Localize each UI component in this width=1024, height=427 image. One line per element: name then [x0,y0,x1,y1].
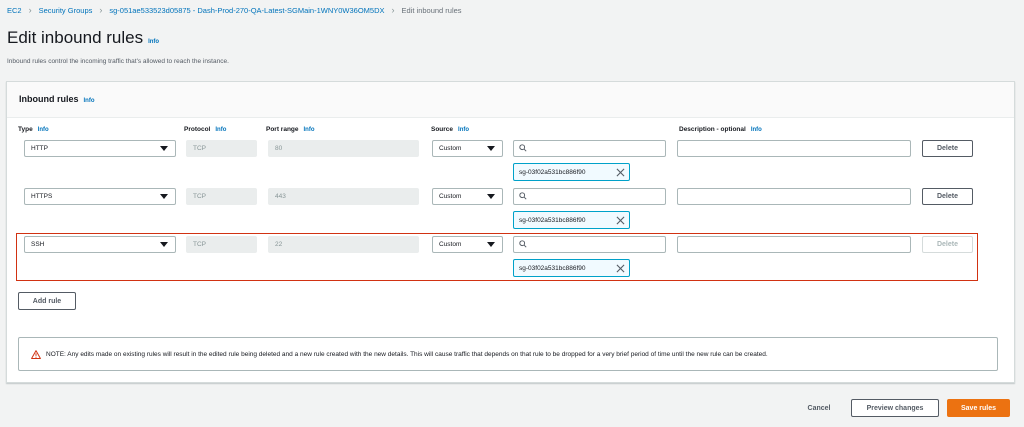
rule-type-select[interactable]: HTTPS [24,188,176,205]
panel-title-text: Inbound rules [19,94,79,104]
column-label-protocol: Protocol [184,126,211,133]
rule-type-value: HTTP [31,145,48,152]
close-icon[interactable] [616,168,625,177]
rule-source-select[interactable]: Custom [432,236,503,253]
panel-info-link[interactable]: Info [84,98,95,104]
preview-changes-button[interactable]: Preview changes [851,399,939,417]
rule-source-value: Custom [439,241,462,248]
source-token-label: sg-03f02a531bc886f90 [519,216,586,224]
page-description: Inbound rules control the incoming traff… [7,58,229,65]
column-label-type: Type [18,126,33,133]
warning-icon [31,349,41,359]
page-info-link[interactable]: Info [148,39,159,45]
alert-text: NOTE: Any edits made on existing rules w… [46,350,768,358]
source-search-input[interactable] [513,188,666,205]
description-info-link[interactable]: Info [751,127,762,133]
delete-rule-button[interactable]: Delete [922,188,973,205]
rule-type-select[interactable]: SSH [24,236,176,253]
rule-description-input[interactable] [677,188,911,205]
source-token: sg-03f02a531bc886f90 [513,259,630,277]
column-label-source: Source [431,126,454,133]
rule-source-value: Custom [439,145,462,152]
breadcrumb-current: Edit inbound rules [401,5,462,15]
column-header-port-range: Port range Info [266,126,315,133]
rule-source-select[interactable]: Custom [432,188,503,205]
delete-rule-button[interactable]: Delete [922,140,973,157]
source-token: sg-03f02a531bc886f90 [513,163,630,181]
rule-protocol-field: TCP [186,236,257,253]
breadcrumb-ec2[interactable]: EC2 [7,6,22,15]
breadcrumb: EC2 › Security Groups › sg-051ae533523d0… [7,4,462,16]
port-range-info-link[interactable]: Info [304,127,315,133]
rule-description-input[interactable] [677,236,911,253]
search-icon [519,192,527,200]
source-token-label: sg-03f02a531bc886f90 [519,168,586,176]
column-header-description: Description - optional Info [679,126,762,133]
breadcrumb-security-groups[interactable]: Security Groups [39,6,93,15]
delete-rule-button[interactable]: Delete [922,236,973,253]
source-token: sg-03f02a531bc886f90 [513,211,630,229]
search-icon [519,240,527,248]
rule-description-input[interactable] [677,140,911,157]
rule-protocol-field: TCP [186,188,257,205]
source-token-label: sg-03f02a531bc886f90 [519,264,586,272]
rule-source-select[interactable]: Custom [432,140,503,157]
chevron-right-icon: › [28,5,32,15]
chevron-right-icon: › [99,5,103,15]
rule-port-range-field: 80 [268,140,419,157]
column-label-description: Description - optional [679,126,746,133]
close-icon[interactable] [616,264,625,273]
rule-protocol-field: TCP [186,140,257,157]
page-title-text: Edit inbound rules [7,28,144,47]
panel-title: Inbound rules Info [19,94,95,104]
column-header-source: Source Info [431,126,469,133]
rule-type-value: HTTPS [31,193,53,200]
breadcrumb-security-group[interactable]: sg-051ae533523d05875 - Dash-Prod-270-QA-… [109,6,384,15]
rule-port-range-field: 22 [268,236,419,253]
rule-type-value: SSH [31,241,45,248]
caret-down-icon [487,242,495,247]
type-info-link[interactable]: Info [38,127,49,133]
column-label-port-range: Port range [266,126,299,133]
caret-down-icon [160,194,168,199]
search-icon [519,144,527,152]
panel-header: Inbound rules Info [7,82,1014,118]
caret-down-icon [160,146,168,151]
rule-port-range-field: 443 [268,188,419,205]
cancel-button[interactable]: Cancel [795,399,843,417]
warning-alert: NOTE: Any edits made on existing rules w… [18,337,998,371]
add-rule-button[interactable]: Add rule [18,292,76,310]
close-icon[interactable] [616,216,625,225]
caret-down-icon [487,194,495,199]
caret-down-icon [487,146,495,151]
protocol-info-link[interactable]: Info [215,127,226,133]
rule-source-value: Custom [439,193,462,200]
caret-down-icon [160,242,168,247]
source-search-input[interactable] [513,236,666,253]
save-rules-button[interactable]: Save rules [947,399,1010,417]
column-header-type: Type Info [18,126,49,133]
chevron-right-icon: › [391,5,395,15]
page-title: Edit inbound rules Info [7,28,159,48]
column-header-protocol: Protocol Info [184,126,226,133]
source-search-input[interactable] [513,140,666,157]
source-info-link[interactable]: Info [458,127,469,133]
rule-type-select[interactable]: HTTP [24,140,176,157]
